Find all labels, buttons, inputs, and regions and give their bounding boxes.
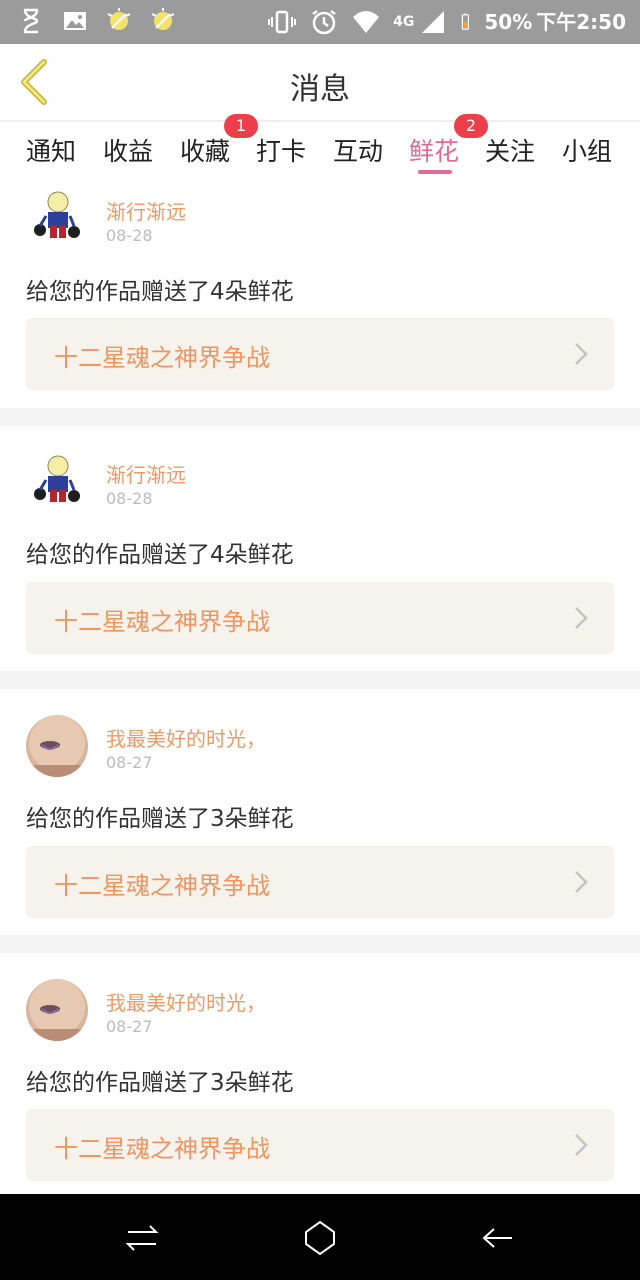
image-icon xyxy=(64,12,86,30)
work-title: 十二星魂之神界争战 xyxy=(54,344,270,372)
tab-groups[interactable]: 小组 xyxy=(562,132,612,168)
battery-icon xyxy=(462,13,470,30)
message-text: 给您的作品赠送了4朵鲜花 xyxy=(26,542,294,568)
item-separator xyxy=(0,935,640,953)
work-link[interactable]: 十二星魂之神界争战 xyxy=(26,582,614,654)
sender-name[interactable]: 渐行渐远 xyxy=(106,196,186,225)
sent-date: 08-28 xyxy=(106,226,153,245)
work-link[interactable]: 十二星魂之神界争战 xyxy=(26,318,614,390)
battery-percent: 50% xyxy=(484,10,533,34)
tab-interaction[interactable]: 互动 xyxy=(333,132,383,168)
tab-checkin[interactable]: 打卡 xyxy=(256,132,306,168)
app-header: 消息 xyxy=(0,44,640,120)
signal-icon xyxy=(422,11,445,33)
favorites-badge: 1 xyxy=(224,114,258,138)
work-title: 十二星魂之神界争战 xyxy=(54,1135,270,1163)
message-text: 给您的作品赠送了4朵鲜花 xyxy=(26,279,294,305)
hourglass-icon xyxy=(23,8,39,34)
chevron-right-icon xyxy=(575,343,588,365)
bulb-icon xyxy=(151,8,175,30)
active-tab-indicator xyxy=(418,170,452,174)
bulb-icon xyxy=(107,8,131,30)
sender-name[interactable]: 渐行渐远 xyxy=(106,459,186,488)
sender-name[interactable]: 我最美好的时光， xyxy=(106,723,266,752)
wifi-icon xyxy=(353,11,380,33)
sender-name[interactable]: 我最美好的时光， xyxy=(106,987,266,1016)
tab-favorites[interactable]: 收藏 xyxy=(180,132,230,168)
network-type: 4G xyxy=(393,14,415,30)
chevron-right-icon xyxy=(575,607,588,629)
avatar[interactable] xyxy=(26,186,88,248)
flowers-badge: 2 xyxy=(454,114,488,138)
tab-bar: 通知 收益 收藏 1 打卡 互动 鲜花 2 关注 小组 xyxy=(0,114,640,180)
work-title: 十二星魂之神界争战 xyxy=(54,872,270,900)
home-icon[interactable] xyxy=(300,1218,340,1258)
avatar[interactable] xyxy=(26,715,88,777)
page-title: 消息 xyxy=(290,72,350,107)
avatar[interactable] xyxy=(26,979,88,1041)
list-item: 渐行渐远 08-28 给您的作品赠送了4朵鲜花 十二星魂之神界争战 xyxy=(0,426,640,671)
list-item: 我最美好的时光， 08-27 给您的作品赠送了3朵鲜花 十二星魂之神界争战 xyxy=(0,953,640,1194)
switch-apps-icon[interactable] xyxy=(122,1218,162,1258)
work-link[interactable]: 十二星魂之神界争战 xyxy=(26,1109,614,1181)
clock: 下午2:50 xyxy=(536,10,626,34)
tab-earnings[interactable]: 收益 xyxy=(103,132,153,168)
chevron-right-icon xyxy=(575,1134,588,1156)
vibrate-icon xyxy=(268,10,297,34)
tab-following[interactable]: 关注 xyxy=(485,132,535,168)
sent-date: 08-27 xyxy=(106,1017,153,1036)
chevron-right-icon xyxy=(575,871,588,893)
tab-notifications[interactable]: 通知 xyxy=(26,132,76,168)
sent-date: 08-28 xyxy=(106,489,153,508)
list-item: 我最美好的时光， 08-27 给您的作品赠送了3朵鲜花 十二星魂之神界争战 xyxy=(0,689,640,935)
back-icon[interactable] xyxy=(478,1218,518,1258)
list-item: 渐行渐远 08-28 给您的作品赠送了4朵鲜花 十二星魂之神界争战 xyxy=(0,180,640,408)
item-separator xyxy=(0,671,640,689)
tab-flowers[interactable]: 鲜花 xyxy=(409,132,459,168)
message-text: 给您的作品赠送了3朵鲜花 xyxy=(26,806,294,832)
alarm-icon xyxy=(312,10,336,35)
status-bar: 4G 50% 下午2:50 xyxy=(0,0,640,44)
system-nav-bar xyxy=(0,1194,640,1280)
work-link[interactable]: 十二星魂之神界争战 xyxy=(26,846,614,918)
avatar[interactable] xyxy=(26,450,88,512)
message-text: 给您的作品赠送了3朵鲜花 xyxy=(26,1070,294,1096)
sent-date: 08-27 xyxy=(106,753,153,772)
item-separator xyxy=(0,408,640,426)
work-title: 十二星魂之神界争战 xyxy=(54,608,270,636)
